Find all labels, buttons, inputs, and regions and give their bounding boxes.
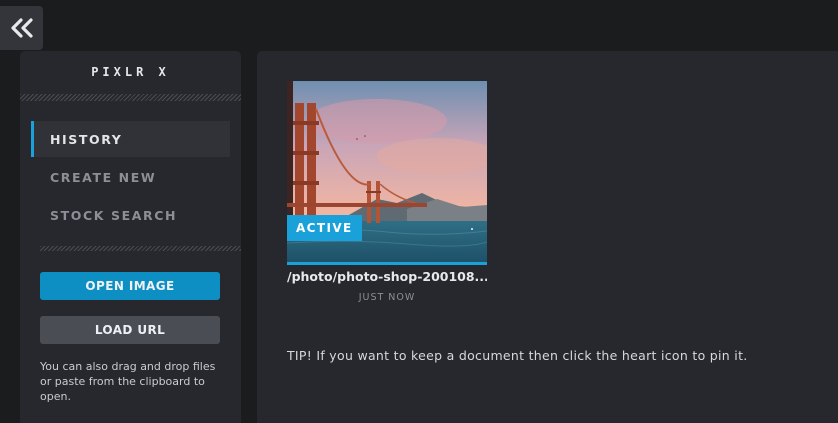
- collapse-sidebar-button[interactable]: [0, 6, 43, 50]
- drag-drop-hint: You can also drag and drop files or past…: [40, 360, 216, 403]
- brand-logo: PIXLR X: [91, 65, 170, 79]
- active-badge: ACTIVE: [287, 215, 362, 241]
- nav-item-create-new[interactable]: CREATE NEW: [31, 159, 230, 195]
- history-item-time: JUST NOW: [358, 292, 416, 303]
- history-panel: ACTIVE /photo/photo-shop-200108.... JUST…: [257, 51, 838, 423]
- divider: [40, 246, 241, 251]
- sidebar-nav: HISTORY CREATE NEW STOCK SEARCH: [31, 121, 230, 235]
- history-thumbnail[interactable]: ACTIVE: [287, 81, 487, 265]
- active-indicator: [287, 262, 487, 265]
- app-root: PIXLR X HISTORY CREATE NEW STOCK SEARCH …: [0, 0, 838, 423]
- pin-tip: TIP! If you want to keep a document then…: [287, 348, 748, 363]
- history-item[interactable]: ACTIVE /photo/photo-shop-200108.... JUST…: [287, 81, 487, 303]
- history-item-filename: /photo/photo-shop-200108....: [287, 269, 487, 284]
- nav-item-history[interactable]: HISTORY: [31, 121, 230, 157]
- sidebar: PIXLR X HISTORY CREATE NEW STOCK SEARCH …: [20, 51, 241, 423]
- nav-item-stock-search[interactable]: STOCK SEARCH: [31, 197, 230, 233]
- load-url-button[interactable]: LOAD URL: [40, 316, 220, 344]
- double-chevron-left-icon: [10, 18, 33, 38]
- open-image-button[interactable]: OPEN IMAGE: [40, 272, 220, 300]
- divider: [20, 94, 241, 101]
